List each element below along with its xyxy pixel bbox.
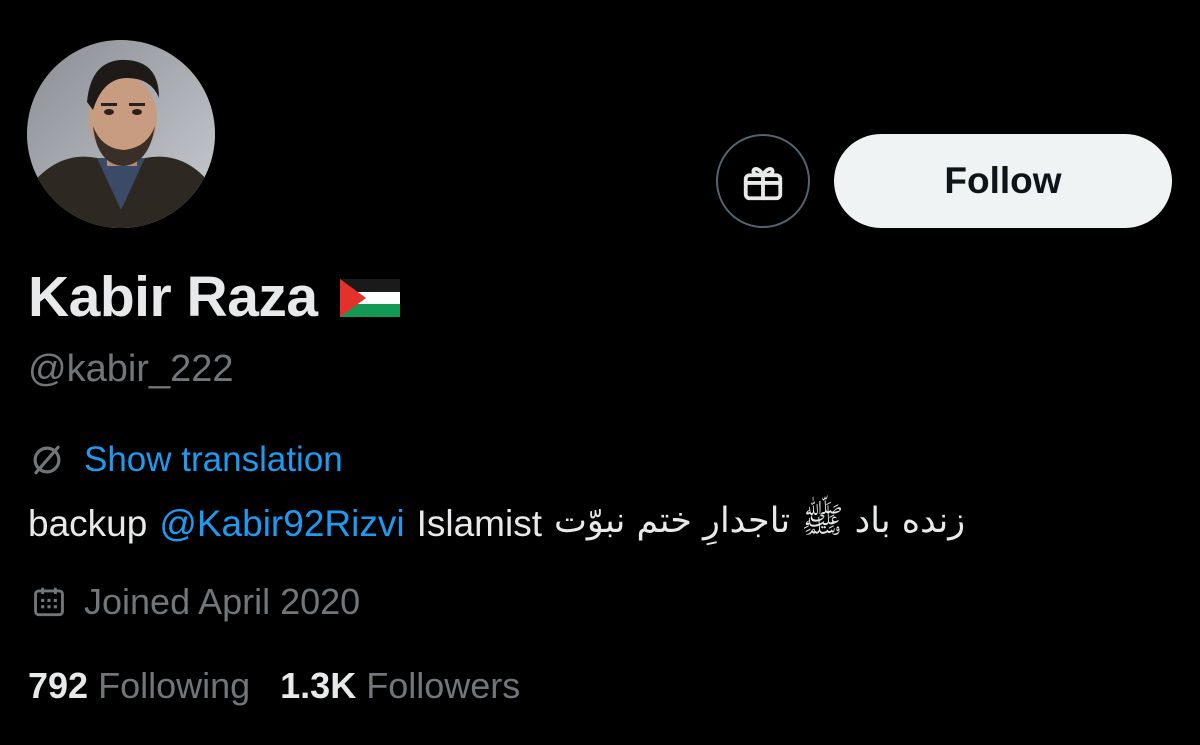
bio-text-word: Islamist: [416, 503, 542, 544]
display-name: Kabir Raza: [28, 265, 318, 329]
follow-stats: 792 Following 1.3K Followers: [28, 662, 520, 710]
show-translation-row[interactable]: Show translation: [28, 436, 343, 484]
followers-stat-link[interactable]: 1.3K Followers: [280, 665, 520, 707]
follow-button-label: Follow: [944, 160, 1062, 201]
gift-button[interactable]: [716, 134, 810, 228]
followers-count: 1.3K: [280, 665, 357, 706]
palestine-flag-icon: [339, 278, 400, 322]
calendar-icon: [34, 587, 64, 617]
joined-date-row: Joined April 2020: [30, 578, 360, 626]
translate-globe-icon: [33, 445, 61, 475]
avatar-image: [27, 40, 215, 228]
following-label: Following: [98, 665, 251, 706]
bio-text-prefix: backup: [28, 503, 148, 544]
following-stat-link[interactable]: 792 Following: [28, 665, 250, 707]
profile-header: Follow Kabir Raza @kabir_222 Show transl…: [0, 0, 1200, 745]
followers-label: Followers: [366, 665, 521, 706]
display-name-row: Kabir Raza: [28, 262, 400, 332]
user-handle: @kabir_222: [28, 348, 234, 390]
following-count: 792: [28, 665, 89, 706]
bio-mention-link[interactable]: @Kabir92Rizvi: [159, 503, 404, 545]
bio-text-arabic: زنده باد ﷺ تاجدارِ ختم نبوّت: [553, 500, 966, 541]
profile-bio: backup @Kabir92Rizvi Islamist زنده باد ﷺ…: [28, 496, 1168, 552]
follow-button[interactable]: Follow: [834, 134, 1172, 228]
joined-date-text: Joined April 2020: [84, 581, 361, 622]
gift-icon: [743, 167, 783, 201]
profile-avatar[interactable]: [27, 40, 215, 228]
show-translation-link[interactable]: Show translation: [84, 440, 343, 480]
